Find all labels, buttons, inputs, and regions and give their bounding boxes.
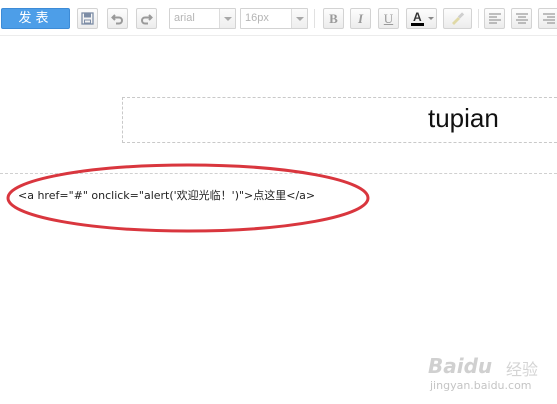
align-left-button[interactable] <box>484 8 505 29</box>
editor-content-area[interactable]: tupian <a href="#" onclick="alert('欢迎光临！… <box>0 37 557 404</box>
watermark-brand: Baidu <box>428 354 493 378</box>
chevron-down-icon <box>428 17 434 20</box>
bold-button[interactable]: B <box>323 8 344 29</box>
watermark-product: 经验 <box>506 360 539 379</box>
redo-icon <box>140 12 153 25</box>
toolbar-divider <box>478 9 479 28</box>
align-center-button[interactable] <box>511 8 532 29</box>
bold-icon: B <box>329 10 338 26</box>
redo-button[interactable] <box>136 8 157 29</box>
align-left-icon <box>488 13 501 24</box>
save-button[interactable] <box>77 8 98 29</box>
toolbar-divider <box>314 9 315 28</box>
font-size-select[interactable]: 16px <box>240 8 308 29</box>
underline-icon: U <box>383 10 394 26</box>
font-size-value: 16px <box>245 12 269 24</box>
image-placeholder[interactable]: tupian <box>122 97 557 143</box>
chevron-down-icon <box>219 9 235 28</box>
publish-button[interactable]: 发表 <box>1 8 70 29</box>
font-color-swatch <box>411 23 424 26</box>
underline-button[interactable]: U <box>378 8 399 29</box>
format-painter-icon <box>450 12 465 25</box>
undo-icon <box>111 12 124 25</box>
font-color-button[interactable]: A <box>406 8 437 29</box>
undo-button[interactable] <box>107 8 128 29</box>
font-family-value: arial <box>174 12 195 24</box>
format-painter-button[interactable] <box>443 8 472 29</box>
align-right-icon <box>542 13 555 24</box>
watermark-url: jingyan.baidu.com <box>430 379 532 392</box>
baidu-jingyan-watermark: Baidu 经验 jingyan.baidu.com <box>418 352 554 400</box>
save-icon <box>81 12 94 25</box>
code-text: <a href="#" onclick="alert('欢迎光临！')">点这里… <box>18 189 316 202</box>
editor-toolbar: 发表 arial 16px B I U A <box>0 0 557 36</box>
align-center-icon <box>515 13 528 24</box>
align-right-button[interactable] <box>538 8 557 29</box>
font-family-select[interactable]: arial <box>169 8 236 29</box>
image-placeholder-text: tupian <box>428 103 499 133</box>
italic-button[interactable]: I <box>350 8 371 29</box>
italic-icon: I <box>357 10 364 26</box>
chevron-down-icon <box>291 9 307 28</box>
font-color-icon: A <box>411 10 424 27</box>
